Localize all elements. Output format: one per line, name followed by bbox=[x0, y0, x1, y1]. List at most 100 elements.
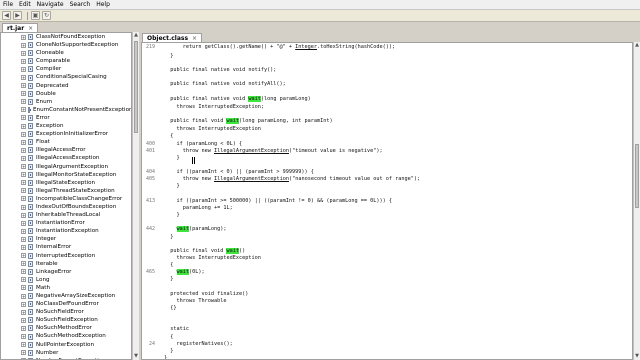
expand-icon[interactable]: + bbox=[21, 204, 26, 210]
tree-item[interactable]: + IllegalAccessError bbox=[1, 146, 131, 154]
tree-item[interactable]: + IllegalArgumentException bbox=[1, 163, 131, 171]
tree-item[interactable]: + Exception bbox=[1, 122, 131, 130]
tree-item[interactable]: + IncompatibleClassChangeError bbox=[1, 195, 131, 203]
tree-item[interactable]: + Error bbox=[1, 114, 131, 122]
expand-icon[interactable]: + bbox=[21, 196, 26, 202]
tree-item[interactable]: + NullPointerException bbox=[1, 341, 131, 349]
tree-item[interactable]: + Math bbox=[1, 284, 131, 292]
expand-icon[interactable]: + bbox=[21, 301, 26, 307]
tree-item[interactable]: + EnumConstantNotPresentException bbox=[1, 106, 131, 114]
editor-scrollbar[interactable]: ▲ ▼ bbox=[633, 42, 640, 360]
expand-icon[interactable]: + bbox=[21, 269, 26, 275]
tree-scrollbar[interactable]: ▲ ▼ bbox=[132, 32, 139, 360]
tree-item[interactable]: + ExceptionInInitializerError bbox=[1, 130, 131, 138]
tree-item[interactable]: + Double bbox=[1, 90, 131, 98]
expand-icon[interactable]: + bbox=[21, 325, 26, 331]
refresh-icon[interactable]: ↻ bbox=[42, 11, 51, 20]
expand-icon[interactable]: + bbox=[21, 188, 26, 194]
tree-item[interactable]: + NoSuchMethodError bbox=[1, 324, 131, 332]
expand-icon[interactable]: + bbox=[21, 317, 26, 323]
tree-item[interactable]: + ClassNotFoundException bbox=[1, 33, 131, 41]
tree-item[interactable]: + Cloneable bbox=[1, 49, 131, 57]
expand-icon[interactable]: + bbox=[21, 58, 26, 64]
tree-item[interactable]: + InstantiationException bbox=[1, 227, 131, 235]
tree-item[interactable]: + Comparable bbox=[1, 57, 131, 65]
scroll-up-icon[interactable]: ▲ bbox=[133, 32, 139, 39]
tree-item[interactable]: + Compiler bbox=[1, 65, 131, 73]
expand-icon[interactable]: + bbox=[21, 244, 26, 250]
tree-item[interactable]: + Long bbox=[1, 276, 131, 284]
scrollbar-thumb[interactable] bbox=[134, 41, 138, 133]
forward-icon[interactable]: ▶ bbox=[13, 11, 22, 20]
tree-item[interactable]: + IllegalMonitorStateException bbox=[1, 171, 131, 179]
expand-icon[interactable]: + bbox=[21, 99, 26, 105]
expand-icon[interactable]: + bbox=[21, 180, 26, 186]
tree-item[interactable]: + InternalError bbox=[1, 243, 131, 251]
tab-rt-jar[interactable]: rt.jar × bbox=[2, 23, 39, 32]
menu-item-help[interactable]: Help bbox=[93, 0, 113, 9]
expand-icon[interactable]: + bbox=[21, 253, 26, 259]
menu-item-navigate[interactable]: Navigate bbox=[34, 0, 67, 9]
expand-icon[interactable]: + bbox=[21, 50, 26, 56]
expand-icon[interactable]: + bbox=[21, 172, 26, 178]
tree-item[interactable]: + IndexOutOfBoundsException bbox=[1, 203, 131, 211]
tab-object-class[interactable]: Object.class × bbox=[142, 33, 203, 42]
tree-item[interactable]: + Deprecated bbox=[1, 82, 131, 90]
expand-icon[interactable]: + bbox=[21, 309, 26, 315]
expand-icon[interactable]: + bbox=[21, 34, 26, 40]
expand-icon[interactable]: + bbox=[21, 164, 26, 170]
tree-item[interactable]: + IllegalStateException bbox=[1, 179, 131, 187]
tree-item[interactable]: + Number bbox=[1, 349, 131, 357]
back-icon[interactable]: ◀ bbox=[2, 11, 11, 20]
expand-icon[interactable]: + bbox=[21, 115, 26, 121]
expand-icon[interactable]: + bbox=[21, 293, 26, 299]
expand-icon[interactable]: + bbox=[21, 350, 26, 356]
tree-item[interactable]: + LinkageError bbox=[1, 268, 131, 276]
expand-icon[interactable]: + bbox=[21, 285, 26, 291]
tree-item[interactable]: + InheritableThreadLocal bbox=[1, 211, 131, 219]
scroll-up-icon[interactable]: ▲ bbox=[634, 42, 640, 49]
tree-item[interactable]: + NoSuchFieldError bbox=[1, 308, 131, 316]
expand-icon[interactable]: + bbox=[21, 261, 26, 267]
tree-item[interactable]: + NoSuchFieldException bbox=[1, 316, 131, 324]
expand-icon[interactable]: + bbox=[21, 75, 26, 81]
menu-item-search[interactable]: Search bbox=[67, 0, 94, 9]
expand-icon[interactable]: + bbox=[21, 334, 26, 340]
menu-item-edit[interactable]: Edit bbox=[16, 0, 34, 9]
tree-item[interactable]: + CloneNotSupportedException bbox=[1, 41, 131, 49]
scroll-down-icon[interactable]: ▼ bbox=[634, 353, 640, 360]
expand-icon[interactable]: + bbox=[21, 342, 26, 348]
expand-icon[interactable]: + bbox=[21, 155, 26, 161]
expand-icon[interactable]: + bbox=[21, 107, 26, 113]
tree-item[interactable]: + Enum bbox=[1, 98, 131, 106]
tree-item[interactable]: + NegativeArraySizeException bbox=[1, 292, 131, 300]
code-editor[interactable]: 219 return getClass().getName() + "@" + … bbox=[141, 42, 633, 360]
expand-icon[interactable]: + bbox=[21, 123, 26, 129]
expand-icon[interactable]: + bbox=[21, 228, 26, 234]
expand-icon[interactable]: + bbox=[21, 212, 26, 218]
tree-item[interactable]: + IllegalThreadStateException bbox=[1, 187, 131, 195]
menu-item-file[interactable]: File bbox=[0, 0, 16, 9]
tree-item[interactable]: + ConditionalSpecialCasing bbox=[1, 73, 131, 81]
expand-icon[interactable]: + bbox=[21, 66, 26, 72]
expand-icon[interactable]: + bbox=[21, 131, 26, 137]
tree-item[interactable]: + Iterable bbox=[1, 260, 131, 268]
tree-item[interactable]: + NoSuchMethodException bbox=[1, 332, 131, 340]
save-icon[interactable]: ▣ bbox=[31, 11, 40, 20]
tree-item[interactable]: + Integer bbox=[1, 235, 131, 243]
scrollbar-thumb[interactable] bbox=[635, 144, 639, 208]
tree-item[interactable]: + InterruptedException bbox=[1, 252, 131, 260]
scroll-down-icon[interactable]: ▼ bbox=[133, 353, 139, 360]
tree-item[interactable]: + NoClassDefFoundError bbox=[1, 300, 131, 308]
expand-icon[interactable]: + bbox=[21, 83, 26, 89]
tree-item[interactable]: + InstantiationError bbox=[1, 219, 131, 227]
tree-item[interactable]: + IllegalAccessException bbox=[1, 154, 131, 162]
expand-icon[interactable]: + bbox=[21, 91, 26, 97]
expand-icon[interactable]: + bbox=[21, 42, 26, 48]
expand-icon[interactable]: + bbox=[21, 147, 26, 153]
expand-icon[interactable]: + bbox=[21, 220, 26, 226]
expand-icon[interactable]: + bbox=[21, 277, 26, 283]
expand-icon[interactable]: + bbox=[21, 236, 26, 242]
tree-item[interactable]: + Float bbox=[1, 138, 131, 146]
expand-icon[interactable]: + bbox=[21, 139, 26, 145]
